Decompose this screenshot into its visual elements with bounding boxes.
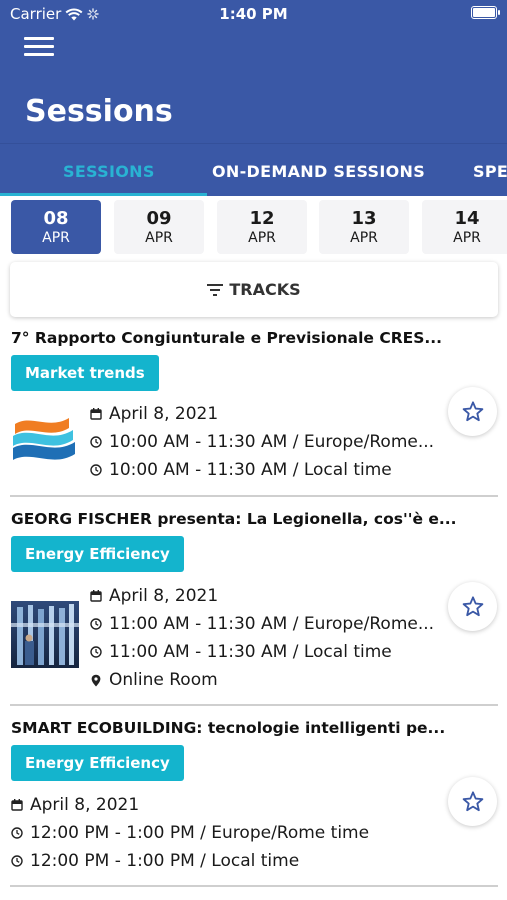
session-logo-image <box>13 418 75 460</box>
session-title: 7° Rapporto Congiunturale e Previsionale… <box>11 329 443 347</box>
clock-icon <box>11 855 23 867</box>
date-item[interactable]: 09 APR <box>114 200 204 254</box>
favorite-button[interactable] <box>448 777 497 826</box>
session-time-local: 10:00 AM - 11:30 AM / Local time <box>90 460 392 480</box>
star-icon <box>462 791 483 812</box>
track-tag: Energy Efficiency <box>11 536 184 572</box>
star-icon <box>462 401 483 422</box>
session-title: SMART ECOBUILDING: tecnologie intelligen… <box>11 719 446 737</box>
tracks-label: TRACKS <box>229 280 301 299</box>
date-text: April 8, 2021 <box>109 404 219 424</box>
favorite-button[interactable] <box>448 582 497 631</box>
divider <box>10 704 498 706</box>
track-tag: Energy Efficiency <box>11 745 184 781</box>
clock-icon <box>90 464 102 476</box>
date-item[interactable]: 14 APR <box>422 200 507 254</box>
time-text: 10:00 AM - 11:30 AM / Europe/Rome... <box>109 432 435 452</box>
time-text: 11:00 AM - 11:30 AM / Europe/Rome... <box>109 614 435 634</box>
date-day: 14 <box>454 208 480 229</box>
session-location: Online Room <box>90 670 218 690</box>
date-month: APR <box>248 230 276 246</box>
session-time-rome: 11:00 AM - 11:30 AM / Europe/Rome... <box>90 614 434 634</box>
session-time-local: 12:00 PM - 1:00 PM / Local time <box>11 851 299 871</box>
date-day: 13 <box>351 208 377 229</box>
filter-icon <box>207 283 224 296</box>
date-month: APR <box>42 230 70 246</box>
date-item[interactable]: 13 APR <box>319 200 409 254</box>
date-month: APR <box>145 230 173 246</box>
date-text: April 8, 2021 <box>30 795 140 815</box>
track-tag: Market trends <box>11 355 159 391</box>
app-header: Carrier 1:40 PM Sessions SESSIONS ON-DEM… <box>0 0 507 196</box>
calendar-icon <box>11 799 23 811</box>
favorite-button[interactable] <box>448 387 497 436</box>
divider <box>10 495 498 497</box>
time-text: 10:00 AM - 11:30 AM / Local time <box>109 460 392 480</box>
tab-speakers[interactable]: SPEA <box>473 162 507 181</box>
session-time-local: 11:00 AM - 11:30 AM / Local time <box>90 642 392 662</box>
date-item[interactable]: 08 APR <box>11 200 101 254</box>
page-title: Sessions <box>25 94 173 129</box>
calendar-icon <box>90 590 102 602</box>
clock-icon <box>90 618 102 630</box>
tab-on-demand-sessions[interactable]: ON-DEMAND SESSIONS <box>212 162 425 181</box>
star-icon <box>462 596 483 617</box>
date-month: APR <box>350 230 378 246</box>
session-photo-image <box>11 601 79 668</box>
date-day: 09 <box>146 208 172 229</box>
date-item[interactable]: 12 APR <box>217 200 307 254</box>
session-title: GEORG FISCHER presenta: La Legionella, c… <box>11 510 457 528</box>
date-text: April 8, 2021 <box>109 586 219 606</box>
clock-icon <box>90 646 102 658</box>
date-day: 12 <box>249 208 275 229</box>
hamburger-menu-icon[interactable] <box>24 37 54 59</box>
date-month: APR <box>453 230 481 246</box>
session-date: April 8, 2021 <box>90 404 218 424</box>
tracks-filter-button[interactable]: TRACKS <box>10 262 498 317</box>
divider <box>10 885 498 887</box>
time-text: 12:00 PM - 1:00 PM / Local time <box>30 851 300 871</box>
session-time-rome: 12:00 PM - 1:00 PM / Europe/Rome time <box>11 823 369 843</box>
session-date: April 8, 2021 <box>90 586 218 606</box>
session-time-rome: 10:00 AM - 11:30 AM / Europe/Rome... <box>90 432 434 452</box>
tab-sessions[interactable]: SESSIONS <box>63 162 155 181</box>
tab-bar: SESSIONS ON-DEMAND SESSIONS SPEA <box>0 143 507 196</box>
status-bar: Carrier 1:40 PM <box>0 0 507 28</box>
date-selector: 08 APR 09 APR 12 APR 13 APR 14 APR <box>0 196 507 258</box>
battery-icon <box>471 6 500 19</box>
session-date: April 8, 2021 <box>11 795 139 815</box>
time-text: 12:00 PM - 1:00 PM / Europe/Rome time <box>30 823 370 843</box>
location-text: Online Room <box>109 670 218 690</box>
time-text: 11:00 AM - 11:30 AM / Local time <box>109 642 392 662</box>
clock-icon <box>90 436 102 448</box>
location-pin-icon <box>91 674 101 686</box>
clock-icon <box>11 827 23 839</box>
calendar-icon <box>90 408 102 420</box>
status-time: 1:40 PM <box>219 5 288 23</box>
date-day: 08 <box>43 208 69 229</box>
